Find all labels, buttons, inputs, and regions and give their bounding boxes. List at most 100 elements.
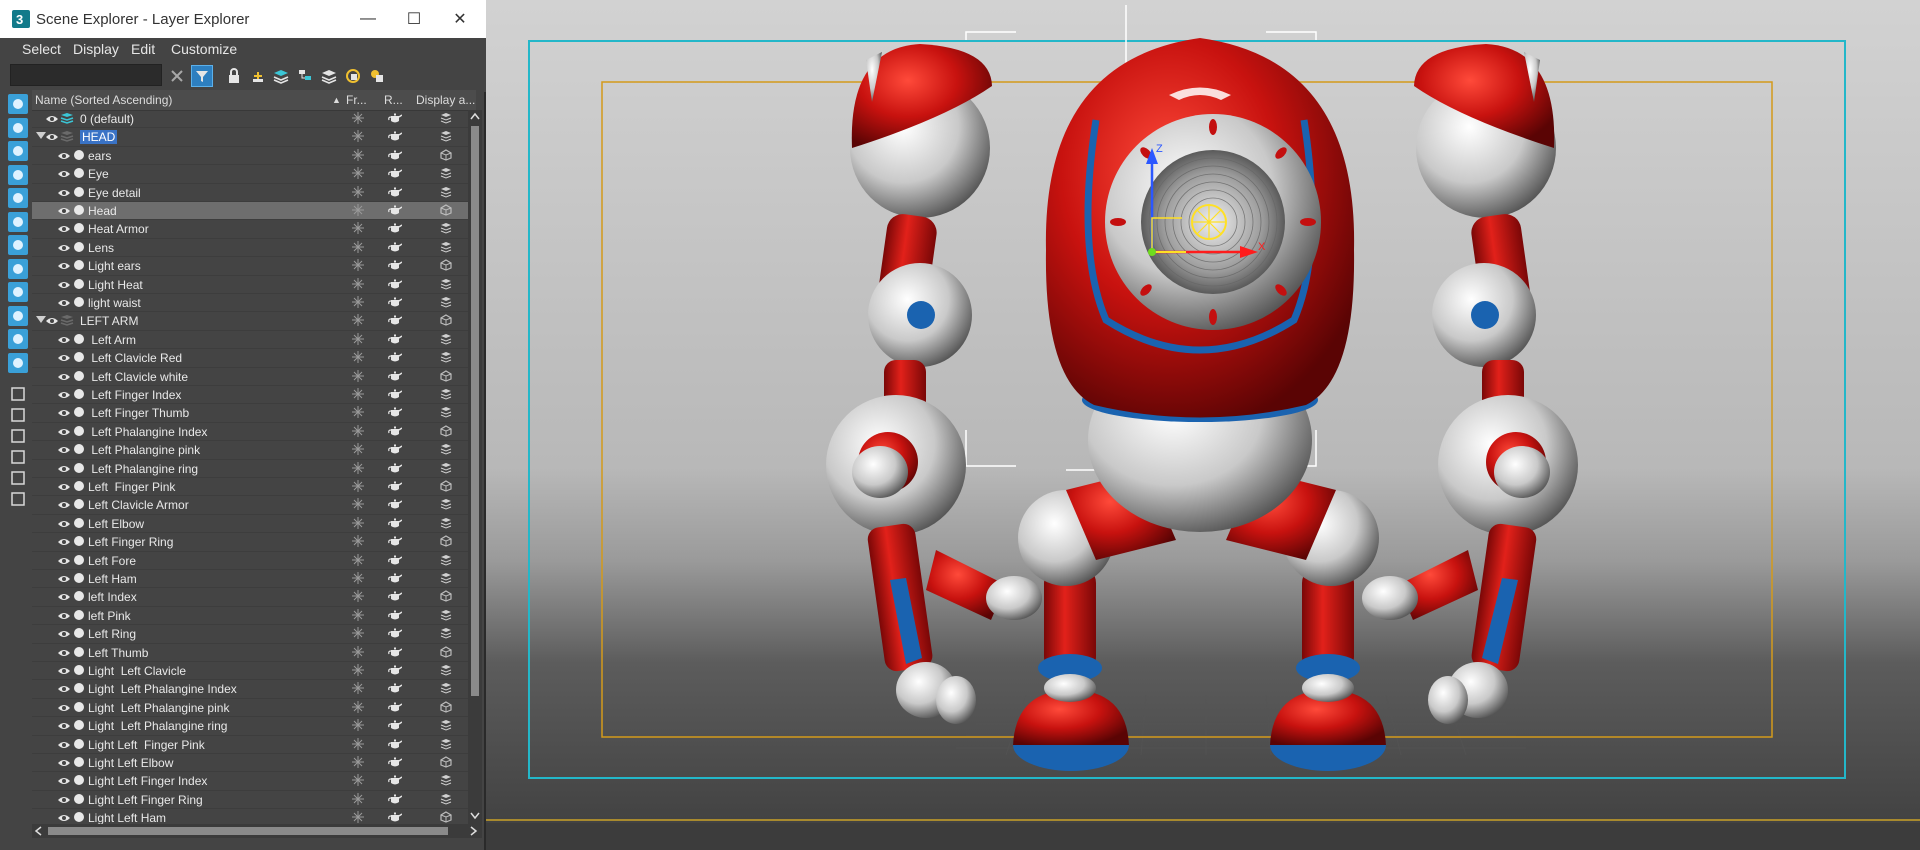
lights-filter-icon[interactable]	[8, 141, 28, 161]
render-teapot-icon[interactable]	[388, 259, 403, 271]
object-row[interactable]: Light ears	[32, 257, 468, 276]
column-frozen[interactable]: Fr...	[346, 93, 367, 107]
freeze-snowflake-icon[interactable]	[352, 185, 364, 198]
render-teapot-icon[interactable]	[388, 241, 403, 253]
render-teapot-icon[interactable]	[388, 627, 403, 639]
object-row[interactable]: Left Finger Pink	[32, 478, 468, 497]
render-teapot-icon[interactable]	[388, 388, 403, 400]
object-row[interactable]: Light Heat	[32, 276, 468, 294]
object-row[interactable]: light waist	[32, 294, 468, 313]
visibility-eye-icon[interactable]	[58, 794, 70, 804]
display-mode-icon[interactable]	[440, 259, 452, 271]
visibility-eye-icon[interactable]	[58, 223, 70, 233]
visibility-eye-icon[interactable]	[58, 628, 70, 638]
freeze-snowflake-icon[interactable]	[352, 148, 364, 161]
layer-row[interactable]: 0 (default)	[32, 110, 468, 129]
freeze-snowflake-icon[interactable]	[352, 572, 364, 584]
display-mode-icon[interactable]	[440, 664, 452, 676]
display-mode-icon[interactable]	[440, 645, 452, 658]
shapes-filter-icon[interactable]	[8, 117, 28, 138]
filter-icon-2[interactable]	[8, 468, 28, 488]
object-row[interactable]: Heat Armor	[32, 220, 468, 239]
object-row[interactable]: Left Phalangine Index	[32, 423, 468, 442]
object-row[interactable]: Light Left Clavicle	[32, 662, 468, 681]
object-row[interactable]: Left Ring	[32, 625, 468, 644]
object-row[interactable]: Left Clavicle Red	[32, 349, 468, 368]
visibility-eye-icon[interactable]	[58, 426, 70, 436]
visibility-eye-icon[interactable]	[58, 812, 70, 822]
scroll-down-icon[interactable]	[470, 812, 480, 820]
render-teapot-icon[interactable]	[388, 646, 403, 658]
visibility-eye-icon[interactable]	[58, 702, 70, 712]
render-teapot-icon[interactable]	[388, 314, 403, 326]
object-row[interactable]: Left Arm	[32, 331, 468, 350]
render-teapot-icon[interactable]	[388, 222, 403, 234]
object-row[interactable]: Eye	[32, 165, 468, 184]
object-row[interactable]: Light Left Phalangine ring	[32, 717, 468, 736]
freeze-snowflake-icon[interactable]	[352, 296, 364, 308]
display-mode-icon[interactable]	[440, 609, 452, 621]
search-input[interactable]	[10, 64, 162, 86]
perspective-viewport[interactable]: Z X	[486, 0, 1920, 850]
display-mode-icon[interactable]	[440, 774, 452, 786]
freeze-snowflake-icon[interactable]	[352, 719, 364, 732]
frozen-filter-icon[interactable]	[8, 329, 28, 349]
display-mode-icon[interactable]	[440, 149, 452, 161]
geometry-filter-icon[interactable]	[8, 94, 28, 114]
layer-icon-2[interactable]	[8, 489, 28, 509]
xrefs-filter-icon[interactable]	[8, 258, 28, 279]
object-row[interactable]: Left Clavicle white	[32, 368, 468, 386]
render-teapot-icon[interactable]	[388, 793, 403, 805]
display-mode-icon[interactable]	[440, 498, 452, 510]
visibility-eye-icon[interactable]	[58, 242, 70, 252]
object-row[interactable]: Light Left Finger Index	[32, 772, 468, 791]
horizontal-scrollbar[interactable]	[32, 824, 482, 838]
render-teapot-icon[interactable]	[388, 682, 403, 694]
scroll-left-icon[interactable]	[34, 826, 42, 836]
display-mode-icon[interactable]	[440, 443, 452, 455]
sort-arrow-icon[interactable]: ▲	[332, 95, 341, 105]
visibility-eye-icon[interactable]	[58, 775, 70, 785]
object-row[interactable]: Left Ham	[32, 570, 468, 589]
render-teapot-icon[interactable]	[388, 701, 403, 713]
visibility-eye-icon[interactable]	[58, 444, 70, 454]
freeze-snowflake-icon[interactable]	[352, 664, 364, 676]
object-row[interactable]: Light Left Finger Pink	[32, 736, 468, 754]
display-mode-icon[interactable]	[440, 278, 452, 290]
filter-icon[interactable]	[191, 65, 213, 87]
visibility-eye-icon[interactable]	[58, 150, 70, 160]
object-row[interactable]: Light Left Ham	[32, 809, 468, 824]
menu-edit[interactable]: Edit	[131, 41, 155, 57]
render-teapot-icon[interactable]	[388, 811, 403, 823]
display-mode-icon[interactable]	[440, 572, 452, 584]
render-teapot-icon[interactable]	[388, 443, 403, 455]
freeze-snowflake-icon[interactable]	[352, 480, 364, 492]
visibility-eye-icon[interactable]	[46, 131, 58, 141]
visibility-eye-icon[interactable]	[58, 205, 70, 215]
containers-filter-icon[interactable]	[8, 305, 28, 326]
freeze-snowflake-icon[interactable]	[352, 700, 364, 713]
object-row[interactable]: Left Finger Index	[32, 386, 468, 405]
freeze-snowflake-icon[interactable]	[352, 461, 364, 474]
render-teapot-icon[interactable]	[388, 296, 403, 308]
helpers-filter-icon[interactable]	[8, 188, 28, 208]
render-teapot-icon[interactable]	[388, 738, 403, 750]
freeze-snowflake-icon[interactable]	[352, 737, 364, 750]
visibility-eye-icon[interactable]	[46, 113, 58, 123]
render-teapot-icon[interactable]	[388, 462, 403, 474]
freeze-snowflake-icon[interactable]	[352, 792, 364, 805]
visibility-eye-icon[interactable]	[58, 536, 70, 546]
display-mode-icon[interactable]	[440, 462, 452, 474]
display-mode-icon[interactable]	[440, 167, 452, 179]
visibility-eye-icon[interactable]	[58, 518, 70, 528]
vertical-scrollbar[interactable]	[468, 110, 482, 824]
freeze-snowflake-icon[interactable]	[352, 130, 364, 143]
freeze-snowflake-icon[interactable]	[352, 332, 364, 345]
visibility-eye-icon[interactable]	[58, 683, 70, 693]
object-row[interactable]: Left Phalangine ring	[32, 460, 468, 478]
display-mode-icon[interactable]	[440, 590, 452, 603]
display-mode-icon[interactable]	[440, 112, 452, 124]
freeze-snowflake-icon[interactable]	[352, 406, 364, 419]
visibility-eye-icon[interactable]	[58, 371, 70, 381]
visibility-eye-icon[interactable]	[58, 334, 70, 344]
